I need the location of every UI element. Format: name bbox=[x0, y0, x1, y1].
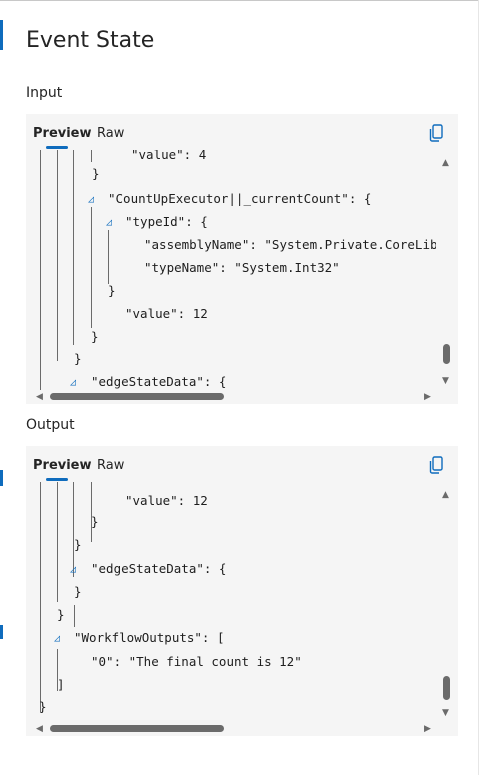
code-line: } bbox=[39, 699, 47, 714]
code-line: "assemblyName": "System.Private.CoreLib,… bbox=[144, 237, 436, 252]
indent-guide bbox=[73, 482, 74, 577]
panel-title: Event State bbox=[26, 28, 155, 53]
fold-expanded-icon[interactable]: ◿ bbox=[85, 194, 97, 206]
fold-expanded-icon[interactable]: ◿ bbox=[67, 377, 79, 389]
input-horizontal-scrollbar[interactable]: ◀ ▶ bbox=[26, 390, 458, 404]
input-section-label: Input bbox=[26, 85, 63, 101]
input-copy-button[interactable] bbox=[426, 122, 448, 144]
indent-guide bbox=[40, 482, 41, 712]
input-tab-indicator bbox=[46, 146, 68, 149]
output-code-area: "value": 12 } } ◿ "edgeStateData": { } }… bbox=[26, 482, 436, 722]
code-line: } bbox=[108, 283, 116, 298]
input-vertical-scroll-thumb[interactable] bbox=[443, 344, 450, 364]
code-line: "WorkflowOutputs": [ bbox=[74, 630, 225, 645]
code-line: } bbox=[74, 537, 82, 552]
left-accent-bar bbox=[0, 20, 3, 50]
left-accent-bar bbox=[0, 470, 3, 486]
output-tab-list: Preview Raw bbox=[26, 446, 458, 482]
input-vertical-scrollbar[interactable]: ▲ ▼ bbox=[440, 156, 454, 386]
code-line: "value": 12 bbox=[125, 306, 208, 321]
input-tab-raw[interactable]: Raw bbox=[97, 126, 124, 141]
input-json-viewer: Preview Raw "value": 4 } ◿ "CountUpExecu… bbox=[26, 114, 458, 404]
fold-expanded-icon[interactable]: ◿ bbox=[67, 564, 79, 576]
code-line: } bbox=[57, 607, 65, 622]
fold-expanded-icon[interactable]: ◿ bbox=[103, 217, 115, 229]
indent-guide bbox=[91, 150, 92, 162]
output-tab-preview[interactable]: Preview bbox=[33, 458, 92, 473]
output-horizontal-scrollbar[interactable]: ◀ ▶ bbox=[26, 722, 458, 736]
input-tab-preview[interactable]: Preview bbox=[33, 126, 92, 141]
output-vertical-scroll-thumb[interactable] bbox=[443, 676, 450, 700]
scroll-left-icon[interactable]: ◀ bbox=[36, 392, 43, 402]
input-code-area: "value": 4 } ◿ "CountUpExecutor||_curren… bbox=[26, 150, 436, 390]
top-border bbox=[0, 0, 479, 1]
scroll-down-icon[interactable]: ▼ bbox=[442, 376, 449, 386]
fold-expanded-icon[interactable]: ◿ bbox=[51, 633, 63, 645]
code-line: "value": 12 bbox=[125, 493, 208, 508]
scroll-up-icon[interactable]: ▲ bbox=[442, 490, 449, 500]
code-line: } bbox=[74, 584, 82, 599]
indent-guide bbox=[108, 230, 109, 284]
code-line: "typeName": "System.Int32" bbox=[144, 260, 340, 275]
indent-guide bbox=[73, 150, 74, 345]
indent-guide bbox=[91, 207, 92, 328]
code-line: } bbox=[91, 514, 99, 529]
code-line: ] bbox=[57, 677, 65, 692]
scroll-up-icon[interactable]: ▲ bbox=[442, 158, 449, 168]
copy-icon bbox=[429, 124, 443, 142]
scroll-right-icon[interactable]: ▶ bbox=[424, 724, 431, 734]
output-tab-raw[interactable]: Raw bbox=[97, 458, 124, 473]
code-line: "0": "The final count is 12" bbox=[91, 654, 302, 669]
output-json-viewer: Preview Raw "value": 12 } } ◿ "edgeState… bbox=[26, 446, 458, 736]
input-horizontal-scroll-thumb[interactable] bbox=[50, 393, 224, 400]
output-vertical-scrollbar[interactable]: ▲ ▼ bbox=[440, 488, 454, 718]
code-line: } bbox=[92, 166, 100, 181]
output-tab-indicator bbox=[46, 478, 68, 481]
indent-guide bbox=[57, 482, 58, 602]
indent-guide bbox=[74, 605, 75, 627]
scroll-down-icon[interactable]: ▼ bbox=[442, 708, 449, 718]
output-section-label: Output bbox=[26, 417, 75, 433]
copy-icon bbox=[429, 456, 443, 474]
code-line: "edgeStateData": { bbox=[91, 374, 227, 389]
output-horizontal-scroll-thumb[interactable] bbox=[50, 725, 224, 732]
scroll-left-icon[interactable]: ◀ bbox=[36, 724, 43, 734]
code-line: "value": 4 bbox=[131, 150, 207, 162]
code-line: } bbox=[91, 329, 99, 344]
scroll-right-icon[interactable]: ▶ bbox=[424, 392, 431, 402]
code-line: "typeId": { bbox=[125, 214, 208, 229]
code-line: "CountUpExecutor||_currentCount": { bbox=[108, 191, 372, 206]
input-tab-list: Preview Raw bbox=[26, 114, 458, 150]
indent-guide bbox=[40, 150, 41, 390]
output-copy-button[interactable] bbox=[426, 454, 448, 476]
code-line: } bbox=[74, 351, 82, 366]
left-accent-bar bbox=[0, 625, 3, 639]
indent-guide bbox=[57, 150, 58, 361]
code-line: "edgeStateData": { bbox=[91, 561, 227, 576]
